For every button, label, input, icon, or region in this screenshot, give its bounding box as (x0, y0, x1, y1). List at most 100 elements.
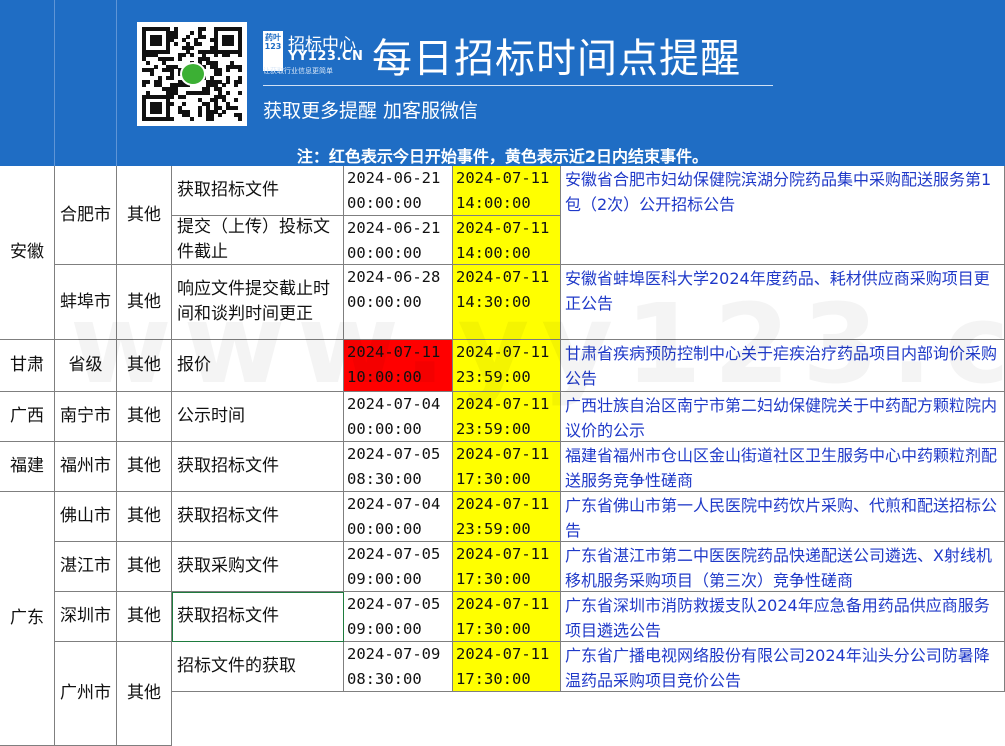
qr-module (226, 38, 230, 43)
task-cell[interactable]: 招标文件的获取 (172, 642, 344, 692)
task-cell[interactable]: 获取招标文件 (172, 166, 344, 216)
task-cell[interactable]: 获取招标文件 (172, 492, 344, 542)
task-cell[interactable]: 报价 (172, 340, 344, 392)
qr-module (182, 45, 186, 50)
qr-module (170, 30, 174, 35)
qr-module (174, 30, 178, 35)
qr-module (238, 45, 242, 50)
qr-module (178, 83, 182, 88)
qr-module (146, 79, 150, 84)
qr-module (210, 98, 214, 103)
qr-module (238, 79, 242, 84)
qr-module (198, 57, 202, 62)
qr-module (194, 42, 198, 47)
qr-module (162, 117, 166, 122)
qr-module (182, 113, 186, 118)
city-cell: 南宁市 (55, 392, 117, 442)
end-time-cell: 2024-07-11 14:00:00 (453, 166, 561, 216)
qr-module (210, 49, 214, 54)
qr-module (142, 45, 146, 50)
qr-module (214, 102, 218, 107)
qr-module (178, 94, 182, 99)
qr-module (206, 60, 210, 65)
qr-module (210, 109, 214, 114)
announcement-link[interactable]: 广东省湛江市第二中医医院药品快递配送公司遴选、X射线机移机服务采购项目（第三次）… (561, 542, 1005, 592)
qr-module (214, 53, 218, 58)
task-cell[interactable]: 获取招标文件 (172, 592, 344, 642)
qr-module (214, 30, 218, 35)
qr-module (166, 64, 170, 69)
qr-module (210, 117, 214, 122)
qr-module (158, 38, 162, 43)
qr-module (142, 42, 146, 47)
category-cell: 其他 (117, 166, 172, 265)
qr-module (222, 53, 226, 58)
qr-module (206, 117, 210, 122)
qr-module (142, 113, 146, 118)
announcement-link[interactable]: 安徽省合肥市妇幼保健院滨湖分院药品集中采购配送服务第1包（2次）公开招标公告 (561, 166, 1005, 265)
announcement-link[interactable]: 福建省福州市仓山区金山街道社区卫生服务中心中药颗粒剂配送服务竞争性磋商 (561, 442, 1005, 492)
logo-badge: 药叶123 (263, 31, 283, 71)
qr-module (150, 94, 154, 99)
announcement-link[interactable]: 甘肃省疾病预防控制中心关于疟疾治疗药品项目内部询价采购公告 (561, 340, 1005, 392)
qr-module (162, 57, 166, 62)
province-cell: 福建 (0, 442, 55, 492)
qr-module (214, 79, 218, 84)
qr-module (142, 53, 146, 58)
qr-module (154, 38, 158, 43)
announcement-link[interactable]: 广东省深圳市消防救援支队2024年应急备用药品供应商服务项目遴选公告 (561, 592, 1005, 642)
qr-module (222, 49, 226, 54)
category-cell: 其他 (117, 642, 172, 746)
qr-module (194, 38, 198, 43)
announcement-link[interactable]: 广西壮族自治区南宁市第二妇幼保健院关于中药配方颗粒院内议价的公示 (561, 392, 1005, 442)
category-cell: 其他 (117, 392, 172, 442)
qr-module (230, 27, 234, 31)
task-cell[interactable]: 响应文件提交截止时间和谈判时间更正 (172, 265, 344, 340)
qr-module (158, 102, 162, 107)
qr-module (222, 42, 226, 47)
qr-module (146, 68, 150, 73)
end-time-cell: 2024-07-11 14:30:00 (453, 265, 561, 340)
announcement-link[interactable]: 安徽省蚌埠医科大学2024年度药品、耗材供应商采购项目更正公告 (561, 265, 1005, 340)
start-time-cell: 2024-07-09 08:30:00 (344, 642, 453, 692)
qr-module (150, 38, 154, 43)
province-cell: 安徽 (0, 166, 55, 340)
qr-module (198, 42, 202, 47)
end-time-cell: 2024-07-11 17:30:00 (453, 642, 561, 692)
qr-module (202, 49, 206, 54)
task-cell[interactable]: 获取采购文件 (172, 542, 344, 592)
qr-module (142, 68, 146, 73)
qr-module (142, 102, 146, 107)
start-time-cell: 2024-07-05 09:00:00 (344, 542, 453, 592)
city-cell: 佛山市 (55, 492, 117, 542)
qr-module (154, 105, 158, 110)
qr-module (222, 109, 226, 114)
announcement-link[interactable]: 广东省广播电视网络股份有限公司2024年汕头分公司防暑降温药品采购项目竞价公告 (561, 642, 1005, 692)
qr-module (190, 53, 194, 58)
task-cell[interactable]: 获取招标文件 (172, 442, 344, 492)
qr-module (198, 109, 202, 114)
city-cell: 蚌埠市 (55, 265, 117, 340)
city-cell: 深圳市 (55, 592, 117, 642)
gridline (54, 0, 55, 166)
qr-module (226, 105, 230, 110)
qr-module (198, 49, 202, 54)
task-cell[interactable]: 提交（上传）投标文件截止 (172, 216, 344, 265)
qr-module (214, 109, 218, 114)
qr-module (234, 64, 238, 69)
qr-module (142, 105, 146, 110)
announcement-link[interactable]: 广东省佛山市第一人民医院中药饮片采购、代煎和配送招标公告 (561, 492, 1005, 542)
qr-module (158, 75, 162, 80)
qr-module (198, 90, 202, 95)
start-time-cell: 2024-07-05 08:30:00 (344, 442, 453, 492)
qr-module (226, 75, 230, 80)
qr-module (174, 83, 178, 88)
task-cell[interactable]: 公示时间 (172, 392, 344, 442)
qr-module (238, 90, 242, 95)
category-cell: 其他 (117, 492, 172, 542)
qr-module (218, 90, 222, 95)
qr-module (158, 109, 162, 114)
qr-module (238, 75, 242, 80)
qr-module (150, 72, 154, 77)
qr-module (234, 27, 238, 31)
